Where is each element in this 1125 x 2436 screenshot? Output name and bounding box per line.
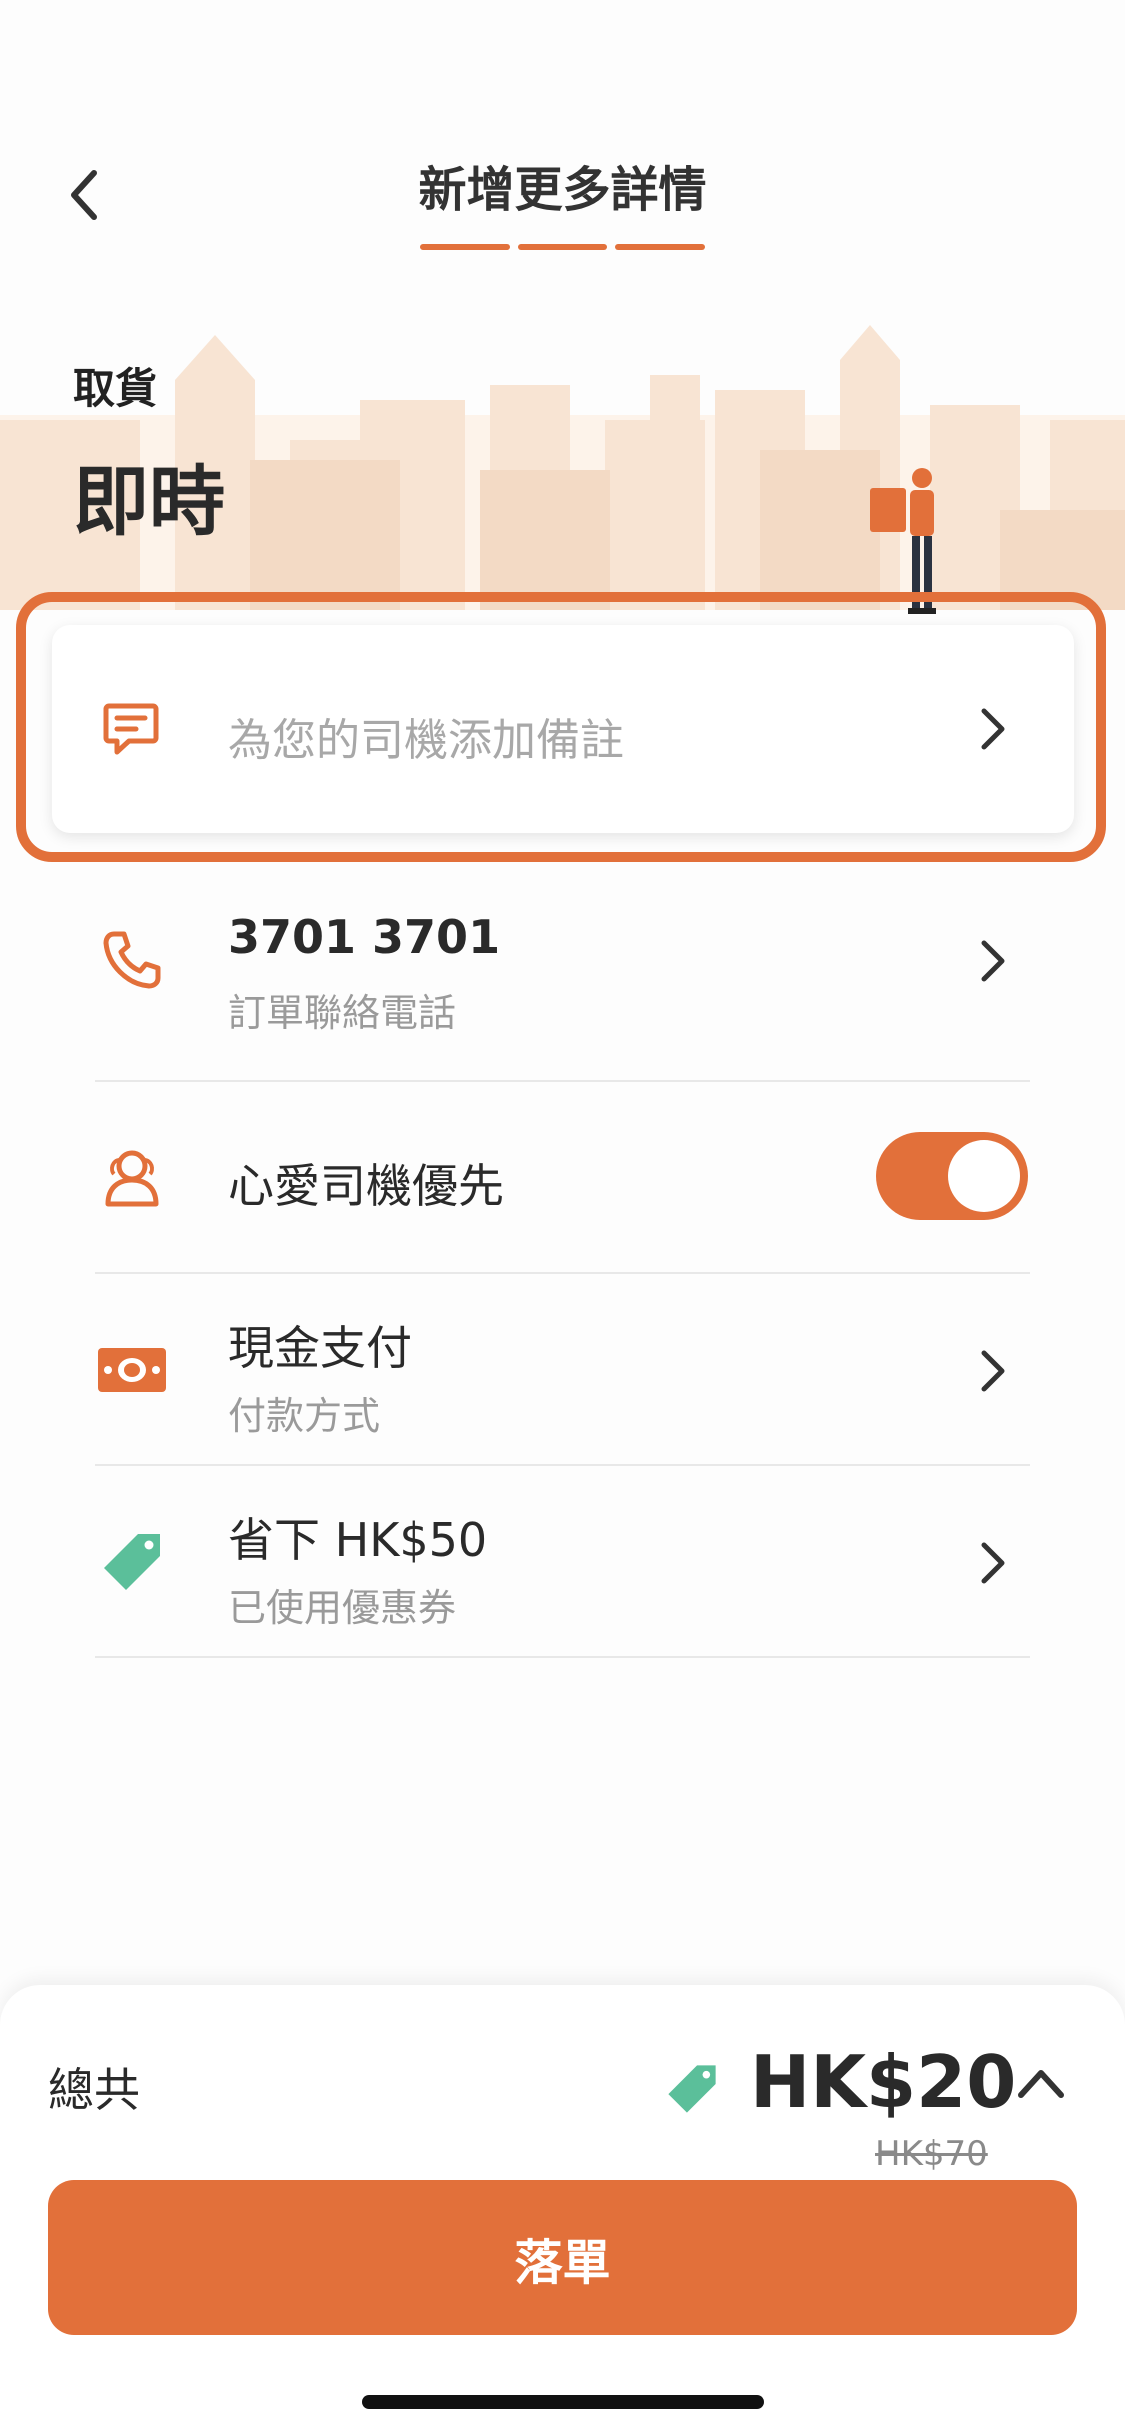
total-price[interactable]: HK$20 xyxy=(750,2040,1016,2124)
coupon-tag-icon xyxy=(104,1534,160,1590)
progress-step xyxy=(517,244,608,250)
page-title: 新增更多詳情 xyxy=(418,162,707,218)
message-icon xyxy=(103,703,159,755)
pickup-time: 即時 xyxy=(73,457,225,546)
chevron-right-icon xyxy=(981,708,1005,750)
cash-icon xyxy=(98,1348,166,1392)
coupon-saving: 省下 HK$50 xyxy=(228,1513,488,1567)
divider xyxy=(95,1080,1030,1082)
chevron-right-icon xyxy=(981,1350,1005,1392)
progress-step xyxy=(420,244,510,250)
payment-method-value: 現金支付 xyxy=(228,1321,412,1375)
chevron-up-icon[interactable] xyxy=(1015,2063,1067,2103)
total-label: 總共 xyxy=(48,2063,140,2117)
contact-phone-number: 3701 3701 xyxy=(228,910,501,964)
progress-steps xyxy=(420,244,706,250)
divider xyxy=(95,1656,1030,1658)
chevron-right-icon xyxy=(981,940,1005,982)
place-order-button[interactable]: 落單 xyxy=(48,2180,1077,2335)
coupon-row[interactable] xyxy=(60,1467,1070,1657)
driver-note-placeholder: 為您的司機添加備註 xyxy=(228,715,624,766)
payment-method-caption: 付款方式 xyxy=(228,1394,381,1438)
payment-method-row[interactable] xyxy=(60,1275,1070,1465)
coupon-caption: 已使用優惠券 xyxy=(228,1586,457,1630)
contact-phone-row[interactable] xyxy=(60,880,1070,1075)
divider xyxy=(95,1272,1030,1274)
favorite-driver-toggle[interactable] xyxy=(876,1132,1028,1220)
pickup-label: 取貨 xyxy=(73,364,158,413)
original-price: HK$70 xyxy=(875,2134,988,2174)
toggle-knob xyxy=(948,1140,1020,1212)
progress-step xyxy=(615,244,706,250)
divider xyxy=(95,1464,1030,1466)
home-indicator xyxy=(362,2395,764,2409)
chevron-right-icon xyxy=(981,1542,1005,1584)
contact-phone-caption: 訂單聯絡電話 xyxy=(228,991,457,1035)
favorite-driver-label: 心愛司機優先 xyxy=(228,1159,504,1213)
phone-icon xyxy=(103,931,161,989)
coupon-tag-icon xyxy=(668,2065,716,2113)
driver-icon xyxy=(105,1150,159,1207)
